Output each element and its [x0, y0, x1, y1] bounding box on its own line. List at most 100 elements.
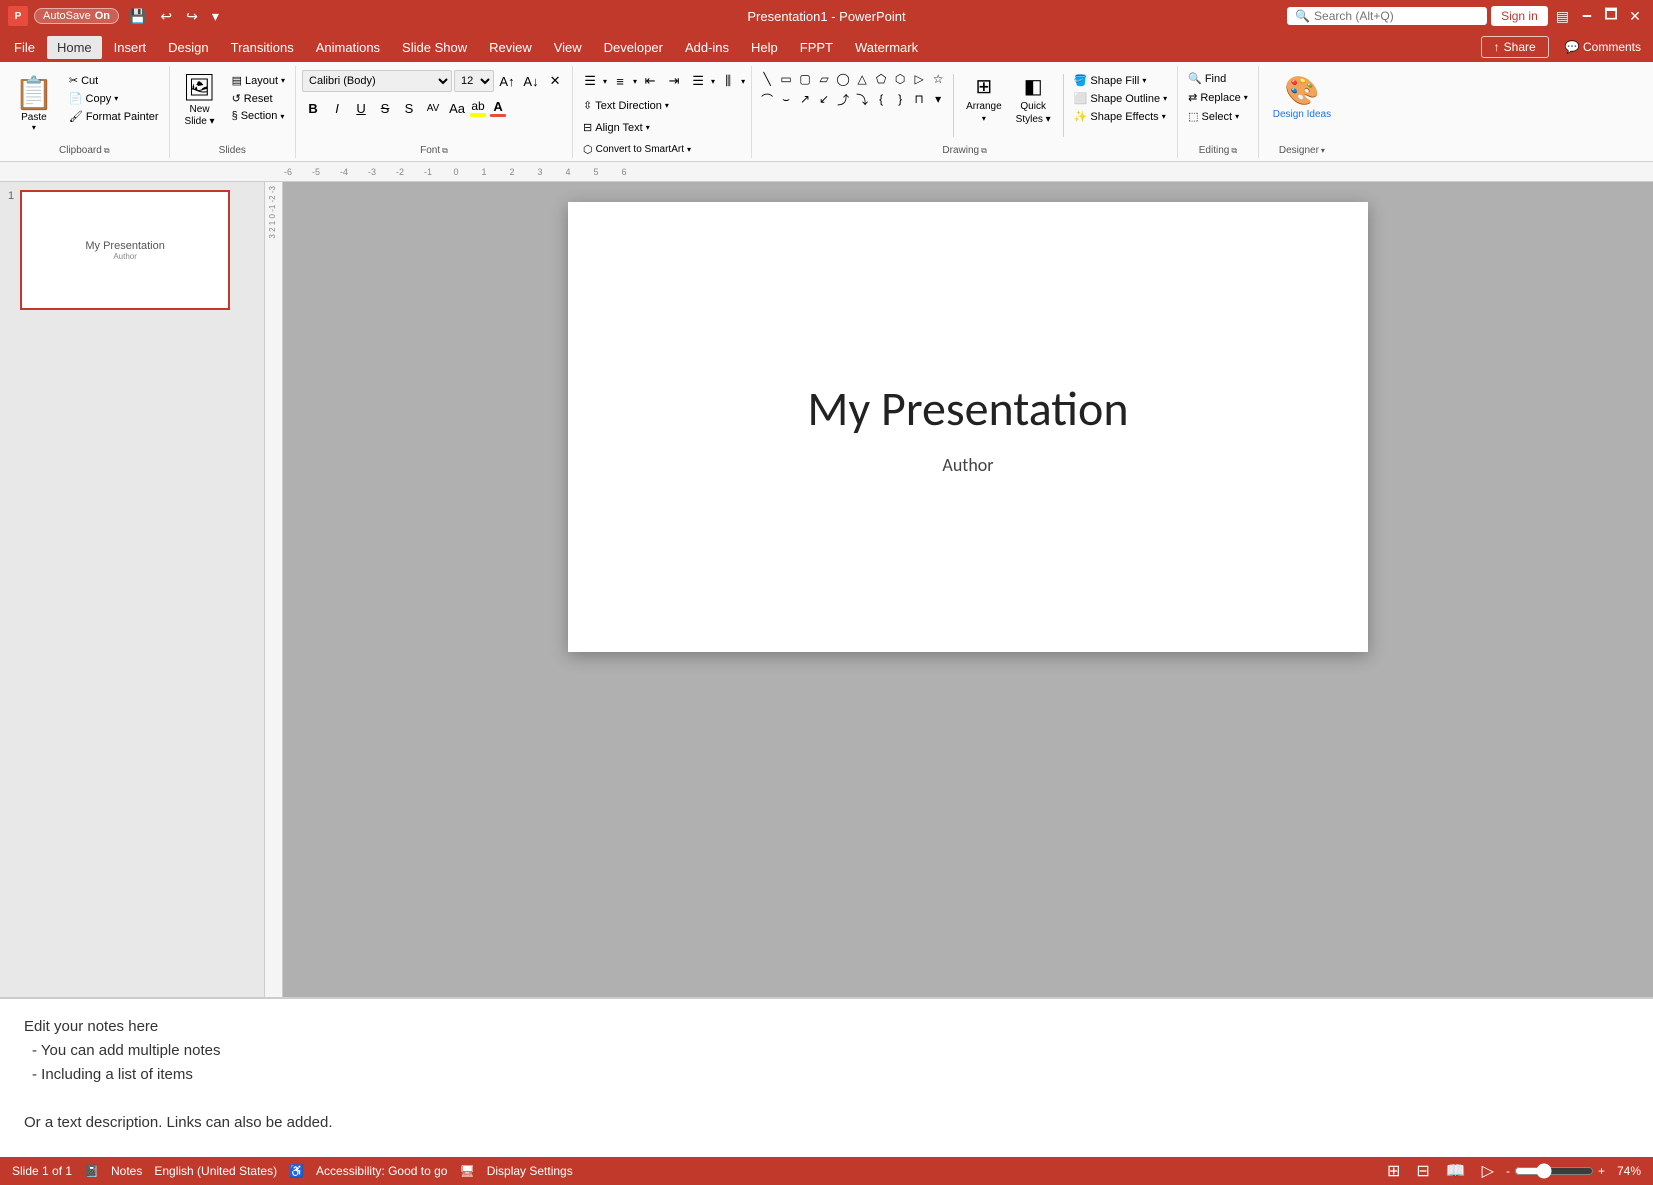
- shape-effects-button[interactable]: ✨ Shape Effects ▾: [1070, 108, 1171, 125]
- menu-animations[interactable]: Animations: [306, 36, 390, 59]
- bold-button[interactable]: B: [302, 97, 324, 119]
- close-button[interactable]: ✕: [1625, 6, 1645, 26]
- share-button[interactable]: ↑ Share: [1481, 36, 1549, 58]
- slide-main-title[interactable]: My Presentation: [807, 379, 1128, 438]
- zoom-level[interactable]: 74%: [1609, 1164, 1641, 1178]
- redo-icon[interactable]: ↪: [182, 6, 202, 27]
- zoom-in-icon[interactable]: +: [1598, 1164, 1605, 1178]
- text-direction-button[interactable]: ⇳ Text Direction ▾: [579, 97, 673, 114]
- section-button[interactable]: § Section ▾: [228, 108, 289, 124]
- normal-view-button[interactable]: ⊞: [1383, 1159, 1404, 1183]
- minimize-button[interactable]: 🗕: [1577, 6, 1597, 26]
- shape-outline-button[interactable]: ⬜ Shape Outline ▾: [1070, 90, 1171, 107]
- shape-star[interactable]: ☆: [929, 70, 947, 88]
- menu-design[interactable]: Design: [158, 36, 218, 59]
- find-button[interactable]: 🔍 Find: [1184, 70, 1230, 87]
- align-text-button[interactable]: ⊟ Align Text ▾: [579, 119, 654, 136]
- menu-file[interactable]: File: [4, 36, 45, 59]
- menu-transitions[interactable]: Transitions: [221, 36, 304, 59]
- shape-curved-arrow[interactable]: ⤴: [834, 90, 852, 108]
- shape-arc[interactable]: ⌣: [777, 90, 795, 108]
- menu-view[interactable]: View: [544, 36, 592, 59]
- menu-developer[interactable]: Developer: [594, 36, 673, 59]
- shape-rounded-rect[interactable]: ▢: [796, 70, 814, 88]
- font-color-button[interactable]: A: [490, 99, 506, 117]
- autosave-button[interactable]: AutoSave On: [34, 8, 119, 24]
- italic-button[interactable]: I: [326, 97, 348, 119]
- zoom-out-icon[interactable]: -: [1506, 1164, 1510, 1178]
- menu-insert[interactable]: Insert: [104, 36, 157, 59]
- convert-smartart-button[interactable]: ⬡ Convert to SmartArt ▾: [579, 141, 695, 158]
- numbering-button[interactable]: ≡: [609, 70, 631, 92]
- font-size-select[interactable]: 12 8101416182436: [454, 70, 494, 92]
- undo-icon[interactable]: ↩: [156, 6, 176, 27]
- font-footer[interactable]: Font ⧉: [296, 143, 572, 158]
- search-input[interactable]: [1314, 9, 1479, 23]
- restore-button[interactable]: 🗖: [1601, 6, 1621, 26]
- accessibility-label[interactable]: Accessibility: Good to go: [316, 1164, 447, 1178]
- language-label[interactable]: English (United States): [154, 1164, 277, 1178]
- display-settings-label[interactable]: Display Settings: [487, 1164, 573, 1178]
- slide-subtitle[interactable]: Author: [942, 454, 993, 476]
- replace-button[interactable]: ⇄ Replace ▾: [1184, 89, 1252, 106]
- shape-line[interactable]: ╲: [758, 70, 776, 88]
- shape-brace[interactable]: ⊓: [910, 90, 928, 108]
- zoom-slider[interactable]: [1514, 1163, 1594, 1179]
- shape-rect[interactable]: ▭: [777, 70, 795, 88]
- select-button[interactable]: ⬚ Select ▾: [1184, 108, 1243, 125]
- save-icon[interactable]: 💾: [125, 6, 150, 27]
- copy-button[interactable]: 📄 Copy ▾: [65, 90, 163, 107]
- shape-parallelogram[interactable]: ▱: [815, 70, 833, 88]
- canvas-area[interactable]: My Presentation Author: [283, 182, 1653, 997]
- design-ideas-button[interactable]: 🎨 Design Ideas: [1265, 70, 1339, 124]
- notes-label[interactable]: Notes: [111, 1164, 142, 1178]
- shape-fill-button[interactable]: 🪣 Shape Fill ▾: [1070, 72, 1171, 89]
- strikethrough-button[interactable]: S: [374, 97, 396, 119]
- menu-help[interactable]: Help: [741, 36, 788, 59]
- quick-styles-button[interactable]: ◧ Quick Styles ▾: [1010, 70, 1057, 129]
- arrange-button[interactable]: ⊞ Arrange ▾: [960, 70, 1008, 129]
- shape-bracket[interactable]: {: [872, 90, 890, 108]
- shape-triangle[interactable]: △: [853, 70, 871, 88]
- slides-footer[interactable]: Slides: [170, 143, 295, 158]
- underline-button[interactable]: U: [350, 97, 372, 119]
- menu-addins[interactable]: Add-ins: [675, 36, 739, 59]
- decrease-font-size-button[interactable]: A↓: [520, 70, 542, 92]
- editing-footer[interactable]: Editing ⧉: [1178, 143, 1258, 158]
- format-painter-button[interactable]: 🖌 Format Painter: [65, 108, 163, 125]
- reading-view-button[interactable]: 📖: [1442, 1159, 1470, 1183]
- new-slide-button[interactable]: 🖼 New Slide ▾: [176, 70, 224, 129]
- search-box[interactable]: 🔍: [1287, 7, 1487, 25]
- comments-button[interactable]: 💬 Comments: [1557, 37, 1649, 57]
- shape-arrow3[interactable]: ↙: [815, 90, 833, 108]
- paste-button[interactable]: 📋 Paste ▾: [6, 70, 62, 136]
- decrease-indent-button[interactable]: ⇤: [639, 70, 661, 92]
- columns-button[interactable]: ⫼: [717, 70, 739, 92]
- menu-review[interactable]: Review: [479, 36, 542, 59]
- menu-slideshow[interactable]: Slide Show: [392, 36, 477, 59]
- notes-area[interactable]: Edit your notes here - You can add multi…: [0, 997, 1653, 1157]
- designer-footer[interactable]: Designer ▾: [1259, 143, 1345, 158]
- slide-sorter-button[interactable]: ⊟: [1412, 1159, 1433, 1183]
- slide-show-button[interactable]: ▷: [1478, 1159, 1498, 1183]
- change-case-button[interactable]: Aa: [446, 97, 468, 119]
- text-shadow-button[interactable]: S: [398, 97, 420, 119]
- clipboard-footer[interactable]: Clipboard ⧉: [0, 143, 169, 158]
- highlight-color-button[interactable]: ab: [470, 99, 486, 117]
- menu-fppt[interactable]: FPPT: [790, 36, 843, 59]
- reset-button[interactable]: ↺ Reset: [228, 90, 289, 107]
- shapes-more[interactable]: ▾: [929, 90, 947, 108]
- ribbon-display-icon[interactable]: ▤: [1552, 6, 1573, 27]
- char-spacing-button[interactable]: AV: [422, 97, 444, 119]
- clear-formatting-button[interactable]: ✕: [544, 70, 566, 92]
- slide-thumbnail[interactable]: My Presentation Author: [20, 190, 230, 310]
- increase-indent-button[interactable]: ⇥: [663, 70, 685, 92]
- signin-button[interactable]: Sign in: [1491, 6, 1548, 26]
- cut-button[interactable]: ✂ Cut: [65, 72, 163, 89]
- menu-watermark[interactable]: Watermark: [845, 36, 928, 59]
- menu-home[interactable]: Home: [47, 36, 102, 59]
- line-spacing-button[interactable]: ☰: [687, 70, 709, 92]
- drawing-footer[interactable]: Drawing ⧉: [752, 143, 1177, 158]
- shape-bracket2[interactable]: }: [891, 90, 909, 108]
- shape-arrow2[interactable]: ↗: [796, 90, 814, 108]
